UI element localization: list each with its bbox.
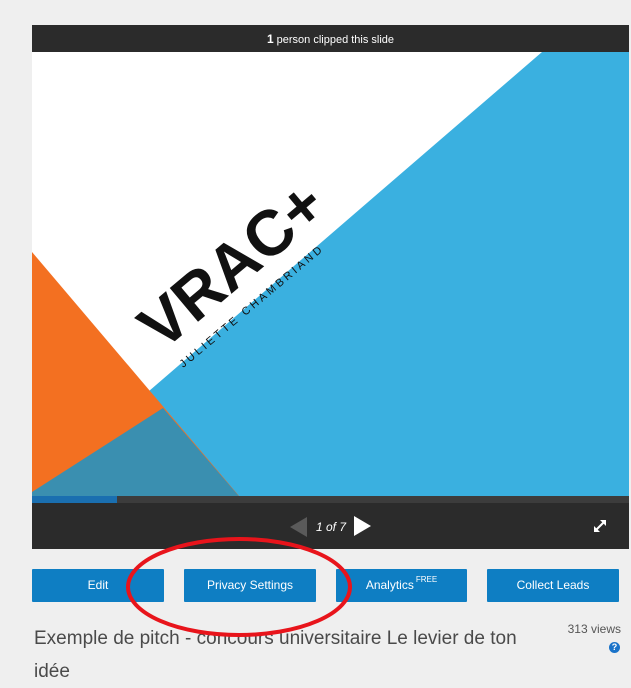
privacy-settings-label: Privacy Settings bbox=[206, 578, 294, 592]
help-icon[interactable]: ? bbox=[609, 642, 620, 653]
analytics-free-badge: FREE bbox=[415, 575, 438, 584]
slide-progress-fill bbox=[32, 496, 117, 503]
presentation-panel: 1 person clipped this slide VRAC+ JULIETT… bbox=[0, 0, 631, 688]
clip-bar[interactable]: 1 person clipped this slide bbox=[32, 25, 629, 52]
slide-graphic: VRAC+ JULIETTE CHAMBRIAND bbox=[32, 52, 629, 523]
edit-button[interactable]: Edit bbox=[32, 569, 164, 602]
fullscreen-icon[interactable] bbox=[591, 517, 609, 535]
previous-slide-icon[interactable] bbox=[290, 517, 307, 537]
player-controls: 1 of 7 bbox=[32, 503, 629, 549]
view-count: 313 views bbox=[567, 622, 621, 636]
clip-text: person clipped this slide bbox=[276, 34, 395, 46]
page-counter: 1 of 7 bbox=[316, 520, 347, 534]
collect-leads-button[interactable]: Collect Leads bbox=[487, 569, 619, 602]
slide-progress-track[interactable] bbox=[32, 496, 629, 503]
slide-canvas[interactable]: VRAC+ JULIETTE CHAMBRIAND bbox=[32, 52, 629, 523]
analytics-button[interactable]: Analytics FREE bbox=[336, 569, 467, 602]
analytics-label: Analytics bbox=[365, 578, 414, 592]
presentation-title: Exemple de pitch - concours universitair… bbox=[34, 628, 517, 682]
clip-count: 1 bbox=[266, 32, 274, 46]
next-slide-icon[interactable] bbox=[354, 516, 371, 536]
privacy-settings-button[interactable]: Privacy Settings bbox=[184, 569, 316, 602]
slide-player: 1 person clipped this slide VRAC+ JULIETT… bbox=[32, 25, 629, 549]
